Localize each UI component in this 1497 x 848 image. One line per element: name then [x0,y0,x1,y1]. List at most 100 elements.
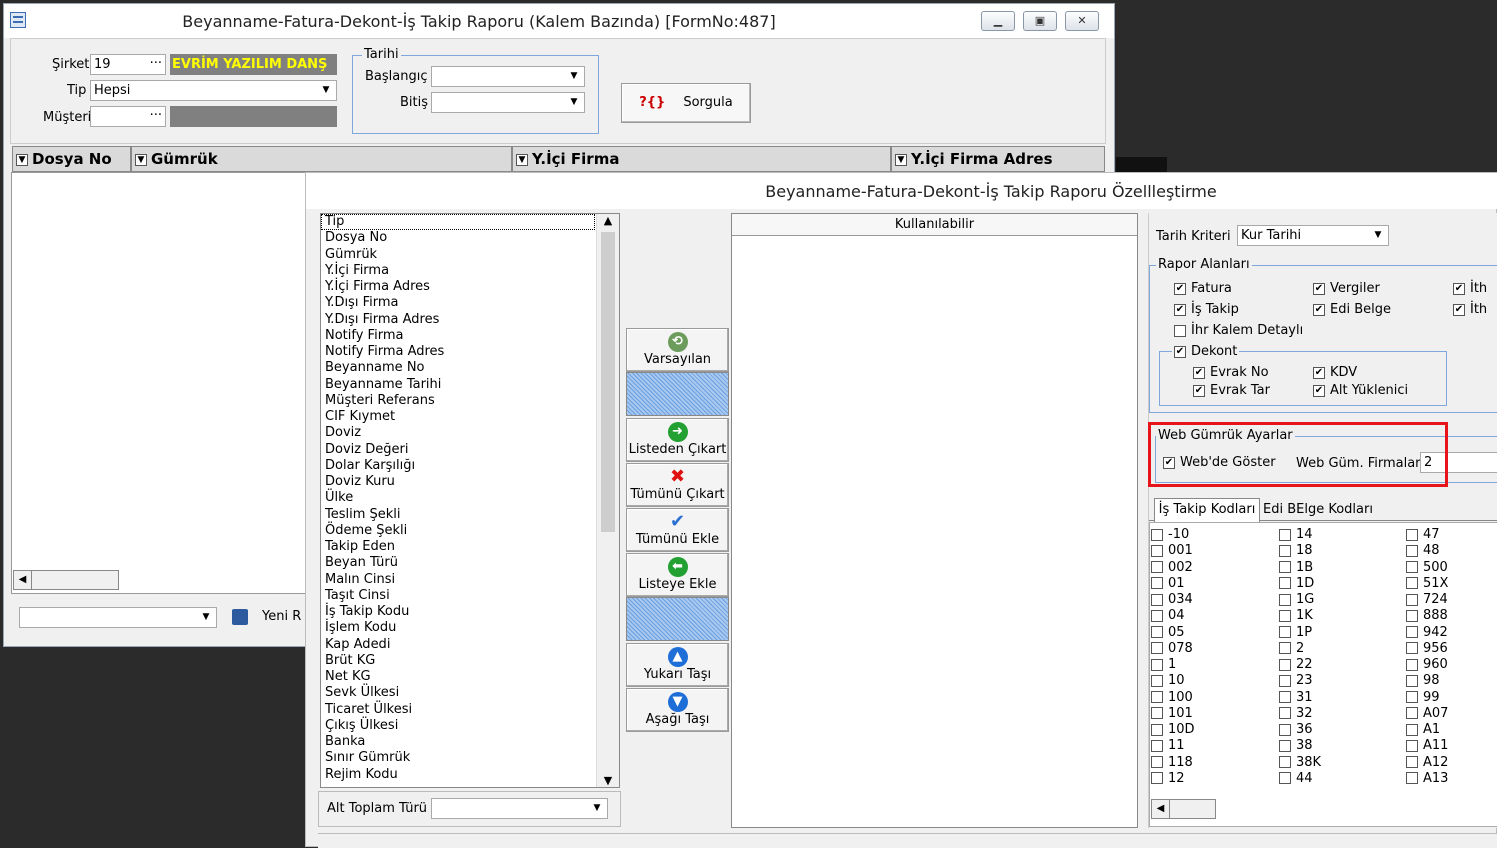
musteri-ellipsis-icon[interactable]: ··· [150,107,162,124]
code-checkbox[interactable]: A1 [1406,722,1448,738]
code-checkbox[interactable]: A12 [1406,755,1448,771]
dekont-checkbox[interactable]: ✔ Dekont [1172,344,1240,359]
vergiler-checkbox[interactable]: ✔ Vergiler [1313,281,1380,296]
field-list-item[interactable]: Taşıt Cinsi [321,588,619,604]
alt-toplam-select[interactable]: ▼ [431,798,608,819]
field-list-item[interactable]: Beyanname No [321,360,619,376]
musteri-input[interactable]: ··· [90,106,166,127]
field-list-item[interactable]: Y.İçi Firma [321,263,619,279]
column-yici-firma[interactable]: ▼ Y.İçi Firma [512,146,891,172]
scroll-thumb[interactable] [601,232,615,532]
code-checkbox[interactable]: 10 [1151,673,1195,689]
code-checkbox[interactable]: 99 [1406,690,1448,706]
code-checkbox[interactable]: 724 [1406,592,1448,608]
baslangic-input[interactable]: ▼ [431,66,585,87]
field-list-item[interactable]: Malın Cinsi [321,572,619,588]
tumunu-ekle-button[interactable]: ✔ Tümünü Ekle [626,508,729,552]
field-list-item[interactable]: Dolar Karşılığı [321,458,619,474]
field-list-item[interactable]: Teslim Şekli [321,507,619,523]
listeden-cikart-button[interactable]: ➜ Listeden Çıkart [626,418,729,462]
code-checkbox[interactable]: 12 [1151,771,1195,787]
field-list-item[interactable]: Takip Eden [321,539,619,555]
asagi-tasi-button[interactable]: ▼ Aşağı Taşı [626,688,729,732]
results-grid[interactable] [11,172,307,594]
field-list-item[interactable]: Y.Dışı Firma [321,295,619,311]
field-list-item[interactable]: Doviz Kuru [321,474,619,490]
yukari-tasi-button[interactable]: ▲ Yukarı Taşı [626,643,729,687]
is-takip-checkbox[interactable]: ✔ İş Takip [1174,302,1239,317]
code-checkbox[interactable]: 1B [1279,560,1321,576]
code-checkbox[interactable]: 47 [1406,527,1448,543]
codes-scrollbar[interactable]: ◀ [1151,799,1216,819]
filter-dropdown-icon[interactable]: ▼ [516,153,528,166]
field-list-item[interactable]: Ticaret Ülkesi [321,702,619,718]
code-checkbox[interactable]: 888 [1406,608,1448,624]
tab-is-takip-kodlari[interactable]: İş Takip Kodları [1154,498,1260,522]
code-checkbox[interactable]: 32 [1279,706,1321,722]
column-dosya-no[interactable]: ▼ Dosya No [12,146,131,172]
available-list[interactable]: Kullanılabilir [731,213,1138,828]
field-list-item[interactable]: Ülke [321,490,619,506]
code-checkbox[interactable]: 001 [1151,543,1195,559]
minimize-button[interactable]: ▁ [981,11,1015,31]
field-list-item[interactable]: Kap Adedi [321,637,619,653]
sirket-ellipsis-icon[interactable]: ··· [150,55,162,72]
code-checkbox[interactable]: A13 [1406,771,1448,787]
edi-belge-checkbox[interactable]: ✔ Edi Belge [1313,302,1391,317]
save-icon[interactable] [232,609,248,625]
code-checkbox[interactable]: 2 [1279,641,1321,657]
column-yici-firma-adres[interactable]: ▼ Y.İçi Firma Adres [891,146,1105,172]
code-checkbox[interactable]: A11 [1406,738,1448,754]
sorgula-button[interactable]: ?{} Sorgula [621,83,751,123]
code-checkbox[interactable]: 500 [1406,560,1448,576]
tarih-kriteri-select[interactable]: Kur Tarihi ▼ [1237,225,1389,246]
field-list-item[interactable]: Beyanname Tarihi [321,377,619,393]
maximize-button[interactable]: ▣ [1023,11,1057,31]
layout-select[interactable]: ▼ [19,607,217,628]
code-checkbox[interactable]: 960 [1406,657,1448,673]
field-list-item[interactable]: Y.İçi Firma Adres [321,279,619,295]
code-checkbox[interactable]: 1 [1151,657,1195,673]
code-checkbox[interactable]: 51X [1406,576,1448,592]
varsayilan-button[interactable]: ⟲ Varsayılan [626,328,729,372]
scroll-down-icon[interactable]: ▼ [597,774,619,787]
code-checkbox[interactable]: 01 [1151,576,1195,592]
code-checkbox[interactable]: 11 [1151,738,1195,754]
evrak-tar-checkbox[interactable]: ✔ Evrak Tar [1193,383,1270,398]
sirket-input[interactable]: 19 ··· [90,54,166,75]
field-list-item[interactable]: Çıkış Ülkesi [321,718,619,734]
listeye-ekle-button[interactable]: ⬅ Listeye Ekle [626,553,729,597]
code-checkbox[interactable]: 38K [1279,755,1321,771]
code-checkbox[interactable]: 22 [1279,657,1321,673]
code-checkbox[interactable]: 18 [1279,543,1321,559]
code-checkbox[interactable]: -10 [1151,527,1195,543]
code-checkbox[interactable]: 002 [1151,560,1195,576]
code-checkbox[interactable]: 1G [1279,592,1321,608]
filter-dropdown-icon[interactable]: ▼ [135,153,147,166]
field-list-item[interactable]: Y.Dışı Firma Adres [321,312,619,328]
evrak-no-checkbox[interactable]: ✔ Evrak No [1193,365,1269,380]
scroll-left-icon[interactable]: ◀ [1152,800,1170,818]
yeni-rapor-button[interactable]: Yeni R [262,609,301,624]
close-button[interactable]: ✕ [1065,11,1099,31]
field-list-item[interactable]: Beyan Türü [321,555,619,571]
code-checkbox[interactable]: 1K [1279,608,1321,624]
code-checkbox[interactable]: 23 [1279,673,1321,689]
ith-checkbox-2[interactable]: ✔ İth [1453,302,1487,317]
code-checkbox[interactable]: 942 [1406,625,1448,641]
code-checkbox[interactable]: 078 [1151,641,1195,657]
code-checkbox[interactable]: 31 [1279,690,1321,706]
field-list-item[interactable]: Brüt KG [321,653,619,669]
filter-dropdown-icon[interactable]: ▼ [895,153,907,166]
field-list-item[interactable]: İş Takip Kodu [321,604,619,620]
code-checkbox[interactable]: A07 [1406,706,1448,722]
bitis-input[interactable]: ▼ [431,92,585,113]
code-checkbox[interactable]: 05 [1151,625,1195,641]
filter-dropdown-icon[interactable]: ▼ [16,153,28,166]
tip-select[interactable]: Hepsi ▼ [90,80,337,101]
field-list-item[interactable]: Gümrük [321,247,619,263]
ihr-kalem-checkbox[interactable]: İhr Kalem Detaylı [1174,323,1303,338]
field-list-item[interactable]: Net KG [321,669,619,685]
field-list-item[interactable]: Ödeme Şekli [321,523,619,539]
field-list-item[interactable]: Notify Firma [321,328,619,344]
